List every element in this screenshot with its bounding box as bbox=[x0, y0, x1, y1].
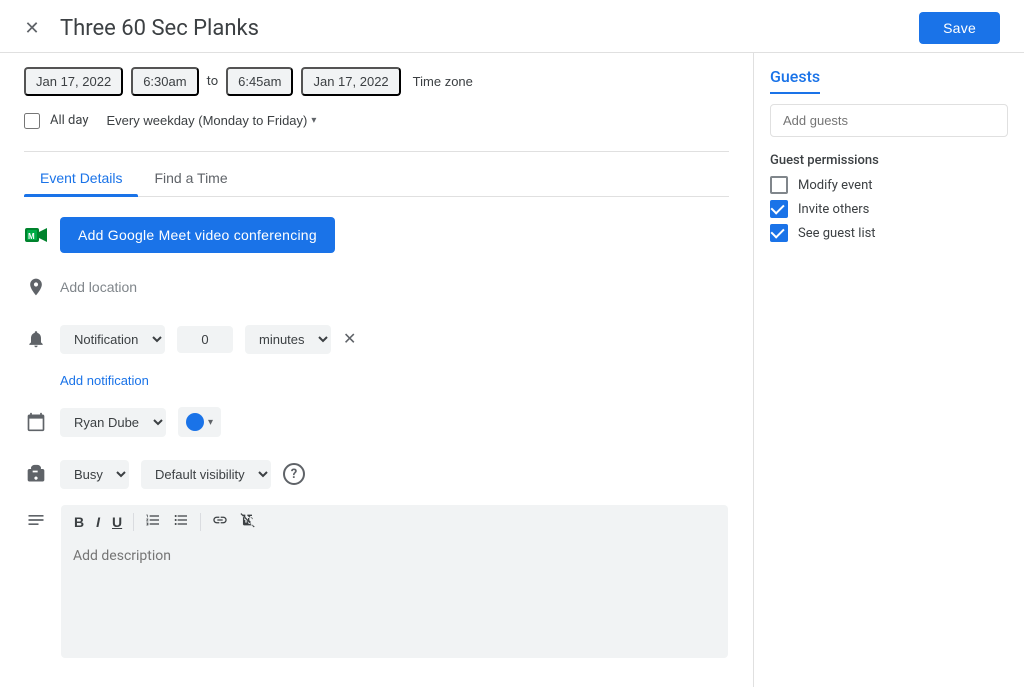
see-guest-list-label: See guest list bbox=[798, 226, 876, 241]
invite-others-checkbox[interactable] bbox=[770, 200, 788, 218]
add-notification-button[interactable]: Add notification bbox=[60, 369, 149, 392]
svg-text:M: M bbox=[28, 232, 35, 241]
notification-unit-select[interactable]: minutes bbox=[245, 325, 331, 354]
right-panel: Guests Guest permissions Modify event In… bbox=[754, 53, 1024, 687]
underline-button[interactable]: U bbox=[107, 511, 127, 533]
modify-event-checkbox[interactable] bbox=[770, 176, 788, 194]
start-time-chip[interactable]: 6:30am bbox=[131, 67, 198, 96]
calendar-owner-select[interactable]: Ryan Dube bbox=[60, 408, 166, 437]
notification-row: Notification minutes ✕ bbox=[24, 317, 729, 361]
main-content: Jan 17, 2022 6:30am to 6:45am Jan 17, 20… bbox=[0, 53, 1024, 687]
permission-invite-others: Invite others bbox=[770, 200, 1008, 218]
tab-find-a-time[interactable]: Find a Time bbox=[138, 160, 243, 196]
visibility-select[interactable]: Default visibility bbox=[141, 460, 271, 489]
save-button[interactable]: Save bbox=[919, 12, 1000, 44]
allday-label: All day bbox=[50, 113, 89, 128]
calendar-color-dot bbox=[186, 413, 204, 431]
datetime-row: Jan 17, 2022 6:30am to 6:45am Jan 17, 20… bbox=[24, 53, 729, 104]
event-title: Three 60 Sec Planks bbox=[60, 16, 907, 41]
location-row bbox=[24, 265, 729, 309]
recurrence-button[interactable]: Every weekday (Monday to Friday) ▾ bbox=[99, 108, 325, 133]
time-separator: to bbox=[207, 74, 219, 89]
recurrence-chevron-icon: ▾ bbox=[311, 115, 316, 126]
recurrence-label: Every weekday (Monday to Friday) bbox=[107, 113, 308, 128]
unordered-list-button[interactable] bbox=[168, 509, 194, 534]
timezone-button[interactable]: Time zone bbox=[409, 69, 477, 94]
notification-type-select[interactable]: Notification bbox=[60, 325, 165, 354]
location-icon bbox=[24, 275, 48, 299]
toolbar-divider-1 bbox=[133, 513, 134, 531]
header-divider bbox=[24, 151, 729, 152]
guests-title: Guests bbox=[770, 53, 820, 94]
description-row: B I U bbox=[24, 504, 729, 663]
close-button[interactable]: ✕ bbox=[16, 12, 48, 44]
see-guest-list-checkbox[interactable] bbox=[770, 224, 788, 242]
start-date-chip[interactable]: Jan 17, 2022 bbox=[24, 67, 123, 96]
italic-button[interactable]: I bbox=[91, 511, 105, 533]
calendar-color-button[interactable]: ▾ bbox=[178, 407, 221, 437]
modify-event-label: Modify event bbox=[798, 178, 873, 193]
color-chevron-icon: ▾ bbox=[208, 417, 213, 428]
add-notification-row: Add notification bbox=[60, 369, 729, 392]
end-date-chip[interactable]: Jan 17, 2022 bbox=[301, 67, 400, 96]
location-input[interactable] bbox=[60, 271, 729, 304]
help-icon[interactable]: ? bbox=[283, 463, 305, 485]
invite-others-label: Invite others bbox=[798, 202, 869, 217]
bell-icon bbox=[24, 327, 48, 351]
end-time-chip[interactable]: 6:45am bbox=[226, 67, 293, 96]
add-guests-input[interactable] bbox=[770, 104, 1008, 137]
calendar-icon bbox=[24, 410, 48, 434]
page-container: ✕ Three 60 Sec Planks Save Jan 17, 2022 … bbox=[0, 0, 1024, 687]
description-icon bbox=[24, 504, 48, 528]
notification-minutes-input[interactable] bbox=[177, 326, 233, 353]
meet-row: M Add Google Meet video conferencing bbox=[24, 213, 729, 257]
header: ✕ Three 60 Sec Planks Save bbox=[0, 0, 1024, 53]
bold-button[interactable]: B bbox=[69, 511, 89, 533]
description-textarea[interactable] bbox=[61, 538, 728, 658]
tab-event-details[interactable]: Event Details bbox=[24, 160, 138, 196]
link-button[interactable] bbox=[207, 509, 233, 534]
description-toolbar: B I U bbox=[61, 505, 728, 538]
ordered-list-button[interactable] bbox=[140, 509, 166, 534]
left-panel: Jan 17, 2022 6:30am to 6:45am Jan 17, 20… bbox=[0, 53, 754, 687]
remove-format-button[interactable] bbox=[235, 509, 261, 534]
guest-permissions-title: Guest permissions bbox=[770, 153, 1008, 168]
meet-icon: M bbox=[24, 223, 48, 247]
allday-row: All day Every weekday (Monday to Friday)… bbox=[24, 104, 729, 147]
description-box: B I U bbox=[60, 504, 729, 663]
remove-notification-button[interactable]: ✕ bbox=[343, 329, 356, 349]
briefcase-icon bbox=[24, 462, 48, 486]
form-section: M Add Google Meet video conferencing bbox=[24, 213, 729, 663]
allday-checkbox[interactable] bbox=[24, 113, 40, 129]
status-row: Busy Default visibility ? bbox=[24, 452, 729, 496]
permission-modify-event: Modify event bbox=[770, 176, 1008, 194]
permission-see-guest-list: See guest list bbox=[770, 224, 1008, 242]
toolbar-divider-2 bbox=[200, 513, 201, 531]
busy-status-select[interactable]: Busy bbox=[60, 460, 129, 489]
calendar-row: Ryan Dube ▾ bbox=[24, 400, 729, 444]
google-meet-icon: M bbox=[24, 223, 48, 247]
tabs-row: Event Details Find a Time bbox=[24, 156, 729, 197]
add-meet-button[interactable]: Add Google Meet video conferencing bbox=[60, 217, 335, 253]
